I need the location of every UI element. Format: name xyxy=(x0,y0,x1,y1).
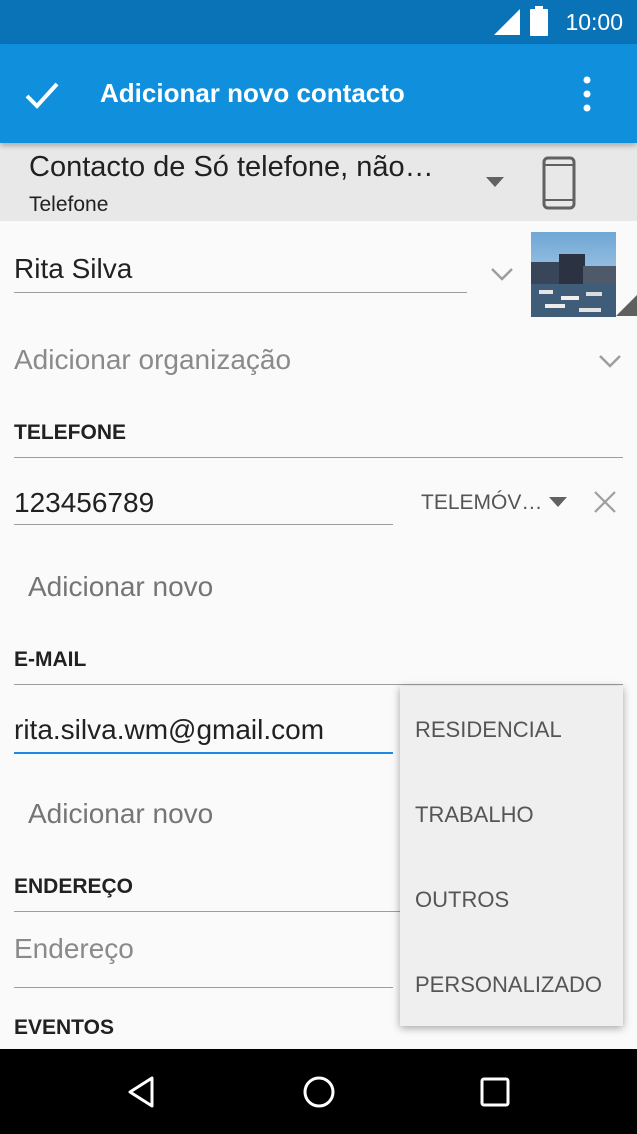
clock: 10:00 xyxy=(565,9,623,35)
remove-phone-icon[interactable] xyxy=(593,490,617,514)
address-underline xyxy=(14,987,393,988)
expand-name-chevron-icon[interactable] xyxy=(489,266,515,282)
name-input[interactable]: Rita Silva xyxy=(14,253,132,285)
add-new-email[interactable]: Adicionar novo xyxy=(28,798,213,830)
menu-item-personalizado[interactable]: PERSONALIZADO xyxy=(415,972,602,998)
signal-icon xyxy=(494,9,520,35)
name-underline xyxy=(14,292,467,293)
email-type-menu: RESIDENCIAL TRABALHO OUTROS PERSONALIZAD… xyxy=(400,686,623,1026)
account-type: Telefone xyxy=(29,193,109,216)
phone-type-selector[interactable]: TELEMÓV… xyxy=(421,491,542,515)
expand-organization-chevron-icon[interactable] xyxy=(597,353,623,369)
menu-item-trabalho[interactable]: TRABALHO xyxy=(415,802,534,828)
events-section-title: EVENTOS xyxy=(14,1016,114,1039)
account-name: Contacto de Só telefone, não… xyxy=(29,151,434,183)
dropdown-caret-icon xyxy=(486,177,504,187)
email-section-title: E-MAIL xyxy=(14,648,87,671)
address-section-title: ENDEREÇO xyxy=(14,875,134,898)
email-section-divider xyxy=(14,684,623,685)
page-title: Adicionar novo contacto xyxy=(100,78,405,108)
add-organization[interactable]: Adicionar organização xyxy=(14,344,291,376)
add-new-phone[interactable]: Adicionar novo xyxy=(28,571,213,603)
phone-section-divider xyxy=(14,457,623,458)
home-icon[interactable] xyxy=(299,1072,339,1112)
address-input[interactable]: Endereço xyxy=(14,933,134,965)
check-icon[interactable] xyxy=(22,75,62,115)
account-selector[interactable]: Contacto de Só telefone, não… Telefone xyxy=(0,143,637,221)
back-icon[interactable] xyxy=(122,1072,162,1112)
app-bar: Adicionar novo contacto xyxy=(0,44,637,143)
phone-number-input[interactable]: 123456789 xyxy=(14,487,154,519)
menu-item-outros[interactable]: OUTROS xyxy=(415,887,509,913)
photo-corner-indicator xyxy=(616,295,637,316)
phone-type-caret-icon[interactable] xyxy=(549,497,567,507)
email-underline-focused xyxy=(14,752,393,754)
phone-device-icon xyxy=(542,156,576,210)
contact-photo[interactable] xyxy=(531,232,616,317)
battery-icon xyxy=(530,6,548,36)
status-bar: 10:00 xyxy=(0,0,637,44)
phone-section-title: TELEFONE xyxy=(14,421,127,444)
recents-icon[interactable] xyxy=(475,1072,515,1112)
email-input[interactable]: rita.silva.wm@gmail.com xyxy=(14,714,324,746)
navigation-bar xyxy=(0,1049,637,1134)
more-vert-icon[interactable] xyxy=(572,72,602,116)
menu-item-residencial[interactable]: RESIDENCIAL xyxy=(415,717,562,743)
phone-number-underline xyxy=(14,524,393,525)
